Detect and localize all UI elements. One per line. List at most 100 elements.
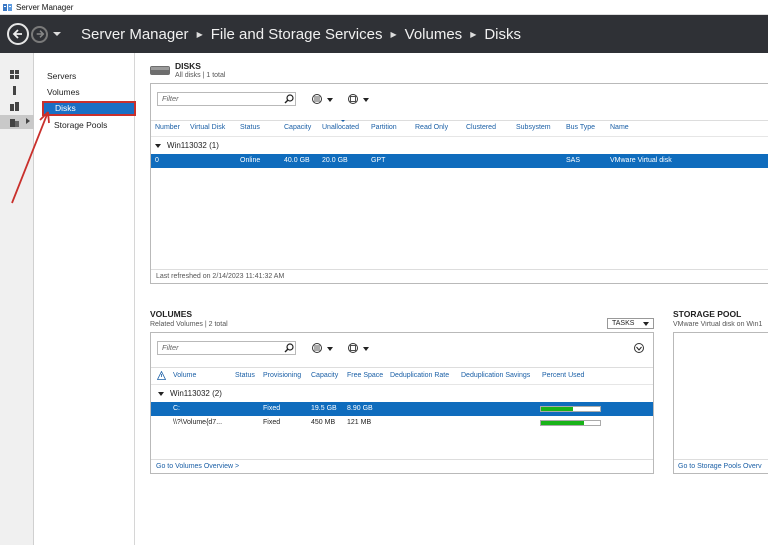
rail-all-servers[interactable] [0,99,34,113]
cell-capacity: 19.5 GB [311,405,337,412]
breadcrumb-server-manager[interactable]: Server Manager [81,26,189,43]
save-query-button[interactable] [348,94,358,104]
volumes-group-label: Win113032 (2) [170,389,222,398]
col-subsystem[interactable]: Subsystem [516,124,551,131]
col-percent-used[interactable]: Percent Used [542,372,584,379]
col-name[interactable]: Name [610,124,629,131]
col-status[interactable]: Status [235,372,255,379]
disks-title: DISKS [175,61,201,71]
col-provisioning[interactable]: Provisioning [263,372,301,379]
disks-filter-input[interactable]: Filter [157,92,296,106]
divider [151,367,653,368]
save-query-button[interactable] [348,343,358,353]
search-icon[interactable] [284,94,294,104]
col-dedup-rate[interactable]: Deduplication Rate [390,372,449,379]
back-button[interactable] [7,23,29,45]
divider [151,120,768,121]
percent-used-fill [541,421,585,425]
server-manager-app-icon [3,3,12,12]
col-capacity[interactable]: Capacity [284,124,311,131]
col-dedup-savings[interactable]: Deduplication Savings [461,372,530,379]
percent-used-fill [541,407,574,411]
group-view-button[interactable] [312,94,322,104]
col-read-only[interactable]: Read Only [415,124,448,131]
cell-free-space: 8.90 GB [347,405,373,412]
nav-item-disks[interactable]: Disks [42,101,136,116]
arrow-right-icon [36,30,44,38]
volumes-filter-input[interactable]: Filter [157,341,296,355]
history-dropdown-icon[interactable] [53,32,61,36]
cell-number: 0 [155,157,159,164]
percent-used-bar [540,420,601,426]
group-view-button[interactable] [312,343,322,353]
search-icon[interactable] [284,343,294,353]
volumes-overview-link[interactable]: Go to Volumes Overview > [156,463,239,470]
cell-volume: C: [173,405,180,412]
table-row[interactable]: \\?\Volume{d7... Fixed 450 MB 121 MB [151,416,653,430]
group-view-dropdown-icon[interactable] [327,98,333,102]
col-status[interactable]: Status [240,124,260,131]
list-icon [314,345,320,351]
rail-dashboard[interactable] [0,67,34,81]
save-query-dropdown-icon[interactable] [363,347,369,351]
table-row[interactable]: C: Fixed 19.5 GB 8.90 GB [151,402,653,416]
col-partition[interactable]: Partition [371,124,397,131]
col-number[interactable]: Number [155,124,180,131]
nav-pane: Servers Volumes Disks Storage Pools [35,53,136,545]
storage-pool-title: STORAGE POOL [673,309,742,319]
file-storage-icon [10,118,19,127]
divider [674,459,768,460]
breadcrumb-volumes[interactable]: Volumes [405,26,463,43]
divider [151,459,653,460]
forward-button[interactable] [31,25,48,43]
breadcrumb-separator-icon: ▶ [390,29,397,39]
cell-bus-type: SAS [566,157,581,164]
col-capacity[interactable]: Capacity [311,372,338,379]
disks-group-label: Win113032 (1) [167,141,219,150]
group-view-dropdown-icon[interactable] [327,347,333,351]
last-refreshed-text: Last refreshed on 2/14/2023 11:41:32 AM [156,273,285,280]
volumes-tasks-button[interactable]: TASKS [607,318,654,329]
storage-pools-overview-link[interactable]: Go to Storage Pools Overv [678,463,762,470]
disk-section-icon [150,66,170,75]
storage-pool-panel: Go to Storage Pools Overv [673,332,768,474]
expand-panel-button[interactable] [634,343,644,353]
table-row[interactable]: 0 Online 40.0 GB 20.0 GB GPT SAS VMware … [151,154,768,168]
col-free-space[interactable]: Free Space [347,372,383,379]
nav-item-volumes[interactable]: Volumes [47,87,80,97]
volumes-group-row[interactable]: Win113032 (2) [158,389,222,398]
col-bus-type[interactable]: Bus Type [566,124,595,131]
nav-item-storage-pools[interactable]: Storage Pools [54,120,107,130]
cell-provisioning: Fixed [263,405,281,412]
volumes-panel: Filter Volume Status Provisioning Capaci… [150,332,654,474]
save-query-icon [350,345,356,351]
cell-provisioning: Fixed [263,419,281,426]
save-query-icon [350,96,356,102]
col-clustered[interactable]: Clustered [466,124,496,131]
volumes-title: VOLUMES [150,309,193,319]
col-unallocated[interactable]: Unallocated [322,124,359,131]
disks-panel: Filter Number Virtual Disk Status Capaci… [150,83,768,284]
expand-chevron-icon[interactable] [26,118,30,124]
collapse-icon[interactable] [158,391,164,396]
disks-group-row[interactable]: Win113032 (1) [155,141,219,150]
storage-pool-subtitle: VMware Virtual disk on Win1 [673,321,763,328]
rail-file-storage[interactable] [0,115,34,129]
breadcrumb-file-storage[interactable]: File and Storage Services [211,26,383,43]
servers-icon [10,101,19,111]
collapse-icon[interactable] [155,143,161,148]
list-icon [314,96,320,102]
col-volume[interactable]: Volume [173,372,196,379]
divider [151,384,653,385]
nav-item-servers[interactable]: Servers [47,71,76,81]
breadcrumb-disks: Disks [484,25,522,43]
breadcrumb-separator-icon: ▶ [470,29,477,39]
header-bar: Server Manager ▶ File and Storage Servic… [0,15,768,53]
dashboard-icon [10,69,19,79]
breadcrumb: Server Manager ▶ File and Storage Servic… [81,26,521,43]
warning-column-icon [157,371,166,380]
rail-local-server[interactable] [0,83,34,97]
save-query-dropdown-icon[interactable] [363,98,369,102]
cell-capacity: 40.0 GB [284,157,310,164]
col-virtual-disk[interactable]: Virtual Disk [190,124,225,131]
